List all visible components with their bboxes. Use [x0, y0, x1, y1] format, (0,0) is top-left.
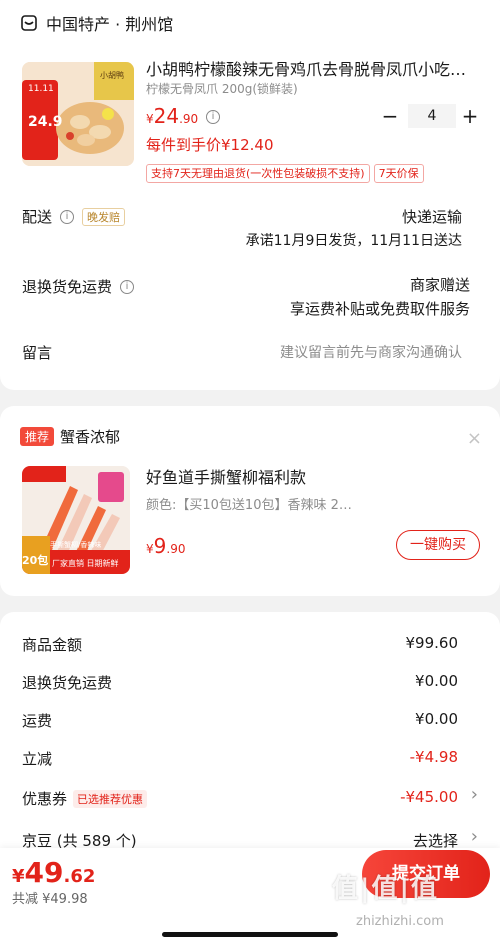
- summary-goods-value: ¥99.60: [405, 634, 459, 652]
- thumb2-count: 20包: [22, 554, 49, 567]
- price-protect-tag[interactable]: 7天价保: [373, 164, 424, 183]
- summary-coupon-label[interactable]: 优惠券 已选推荐优惠: [22, 788, 148, 809]
- quick-buy-button[interactable]: 一键购买: [396, 530, 480, 560]
- quantity-value[interactable]: 4: [408, 104, 456, 128]
- recommend-spec[interactable]: 颜色:【买10包送10包】香辣味 2…: [146, 494, 352, 513]
- coupon-chevron-icon[interactable]: ›: [471, 784, 478, 805]
- summary-discount-value: -¥4.98: [409, 748, 458, 766]
- summary-return-value: ¥0.00: [415, 672, 458, 690]
- recommend-image[interactable]: 20包 厂家直销 日期新鲜 手撕蟹柳/香辣味: [22, 466, 130, 574]
- product-price: ¥ 24 .90: [146, 104, 198, 128]
- thumb2-flavor: 手撕蟹柳/香辣味: [50, 541, 102, 549]
- recommend-product-title[interactable]: 好鱼道手撕蟹柳福利款: [146, 464, 306, 488]
- summary-discount-label: 立减: [22, 750, 53, 768]
- return-shipping-value2: 享运费补贴或免费取件服务: [289, 300, 470, 318]
- recommend-price: ¥ 9 .90: [146, 534, 186, 558]
- plus-button[interactable]: +: [460, 104, 480, 128]
- delivery-info-icon[interactable]: i: [60, 209, 75, 224]
- price-integer: 24: [153, 104, 180, 128]
- summary-goods-label: 商品金额: [22, 636, 83, 654]
- summary-shipping-value: ¥0.00: [415, 710, 458, 728]
- product-image[interactable]: 11.11 24.9 小胡鸭: [22, 62, 134, 166]
- recommend-title: 蟹香浓郁: [60, 428, 121, 446]
- footer-bar: ¥ 49 .62 共减 ¥49.98 提交订单 值|值|值 zhizhizhi.…: [0, 848, 500, 948]
- summary-return-label: 退换货免运费: [22, 674, 113, 692]
- shop-icon: [21, 15, 37, 31]
- summary-shipping-label: 运费: [22, 712, 53, 730]
- note-input[interactable]: 建议留言前先与商家沟通确认: [280, 342, 462, 362]
- jingdou-chevron-icon[interactable]: ›: [471, 826, 478, 847]
- product-title[interactable]: 小胡鸭柠檬酸辣无骨鸡爪去骨脱骨凤爪小吃…: [146, 56, 476, 80]
- order-card: 中国特产 · 荆州馆 11.11 24.9 小胡鸭 小胡鸭柠檬酸辣无骨鸡爪去骨脱…: [0, 0, 500, 390]
- unit-price: 每件到手价¥12.40: [146, 136, 274, 154]
- late-compensation-tag[interactable]: 晚发赔: [82, 207, 126, 226]
- delivery-method[interactable]: 快递运输: [402, 206, 462, 227]
- shop-header[interactable]: 中国特产 · 荆州馆: [20, 10, 173, 36]
- return-policy-tag[interactable]: 支持7天无理由退货(一次性包装破损不支持): [146, 164, 370, 183]
- shop-name: 中国特产 · 荆州馆: [46, 15, 174, 34]
- recommend-header: 推荐 蟹香浓郁: [20, 426, 120, 447]
- price-decimal: .90: [179, 112, 199, 126]
- note-label: 留言: [22, 344, 53, 362]
- delivery-promise[interactable]: 承诺11月9日发货，11月11日送达: [246, 230, 462, 250]
- thumb-brand: 小胡鸭: [100, 71, 124, 80]
- watermark-logo: 值|值|值: [332, 874, 439, 904]
- coupon-tag: 已选推荐优惠: [73, 789, 148, 808]
- price-symbol: ¥: [146, 112, 154, 126]
- home-indicator: [162, 932, 338, 937]
- minus-button[interactable]: −: [380, 104, 400, 128]
- price-info-icon[interactable]: i: [206, 110, 220, 124]
- summary-coupon-value[interactable]: -¥45.00: [400, 788, 458, 806]
- delivery-label: 配送 i 晚发赔: [22, 206, 126, 227]
- service-tags: 支持7天无理由退货(一次性包装破损不支持) 7天价保: [146, 164, 424, 183]
- recommend-tag: 推荐: [20, 427, 55, 446]
- quantity-stepper: − 4 +: [380, 104, 480, 130]
- close-icon[interactable]: ×: [467, 428, 482, 449]
- total-price: ¥ 49 .62: [12, 856, 96, 889]
- return-shipping-info-icon[interactable]: i: [120, 279, 135, 294]
- thumb2-tagline: 厂家直销 日期新鲜: [52, 559, 119, 568]
- thumb-badge: 11.11: [28, 84, 54, 94]
- product-spec[interactable]: 柠檬无骨凤爪 200g(锁鲜装): [146, 80, 298, 97]
- total-saving[interactable]: 共减 ¥49.98: [12, 888, 88, 907]
- return-shipping-label: 退换货免运费 i: [22, 276, 135, 297]
- thumb-price: 24.9: [28, 114, 63, 130]
- return-shipping-value1: 商家赠送: [409, 276, 470, 294]
- watermark-url: zhizhizhi.com: [356, 914, 444, 929]
